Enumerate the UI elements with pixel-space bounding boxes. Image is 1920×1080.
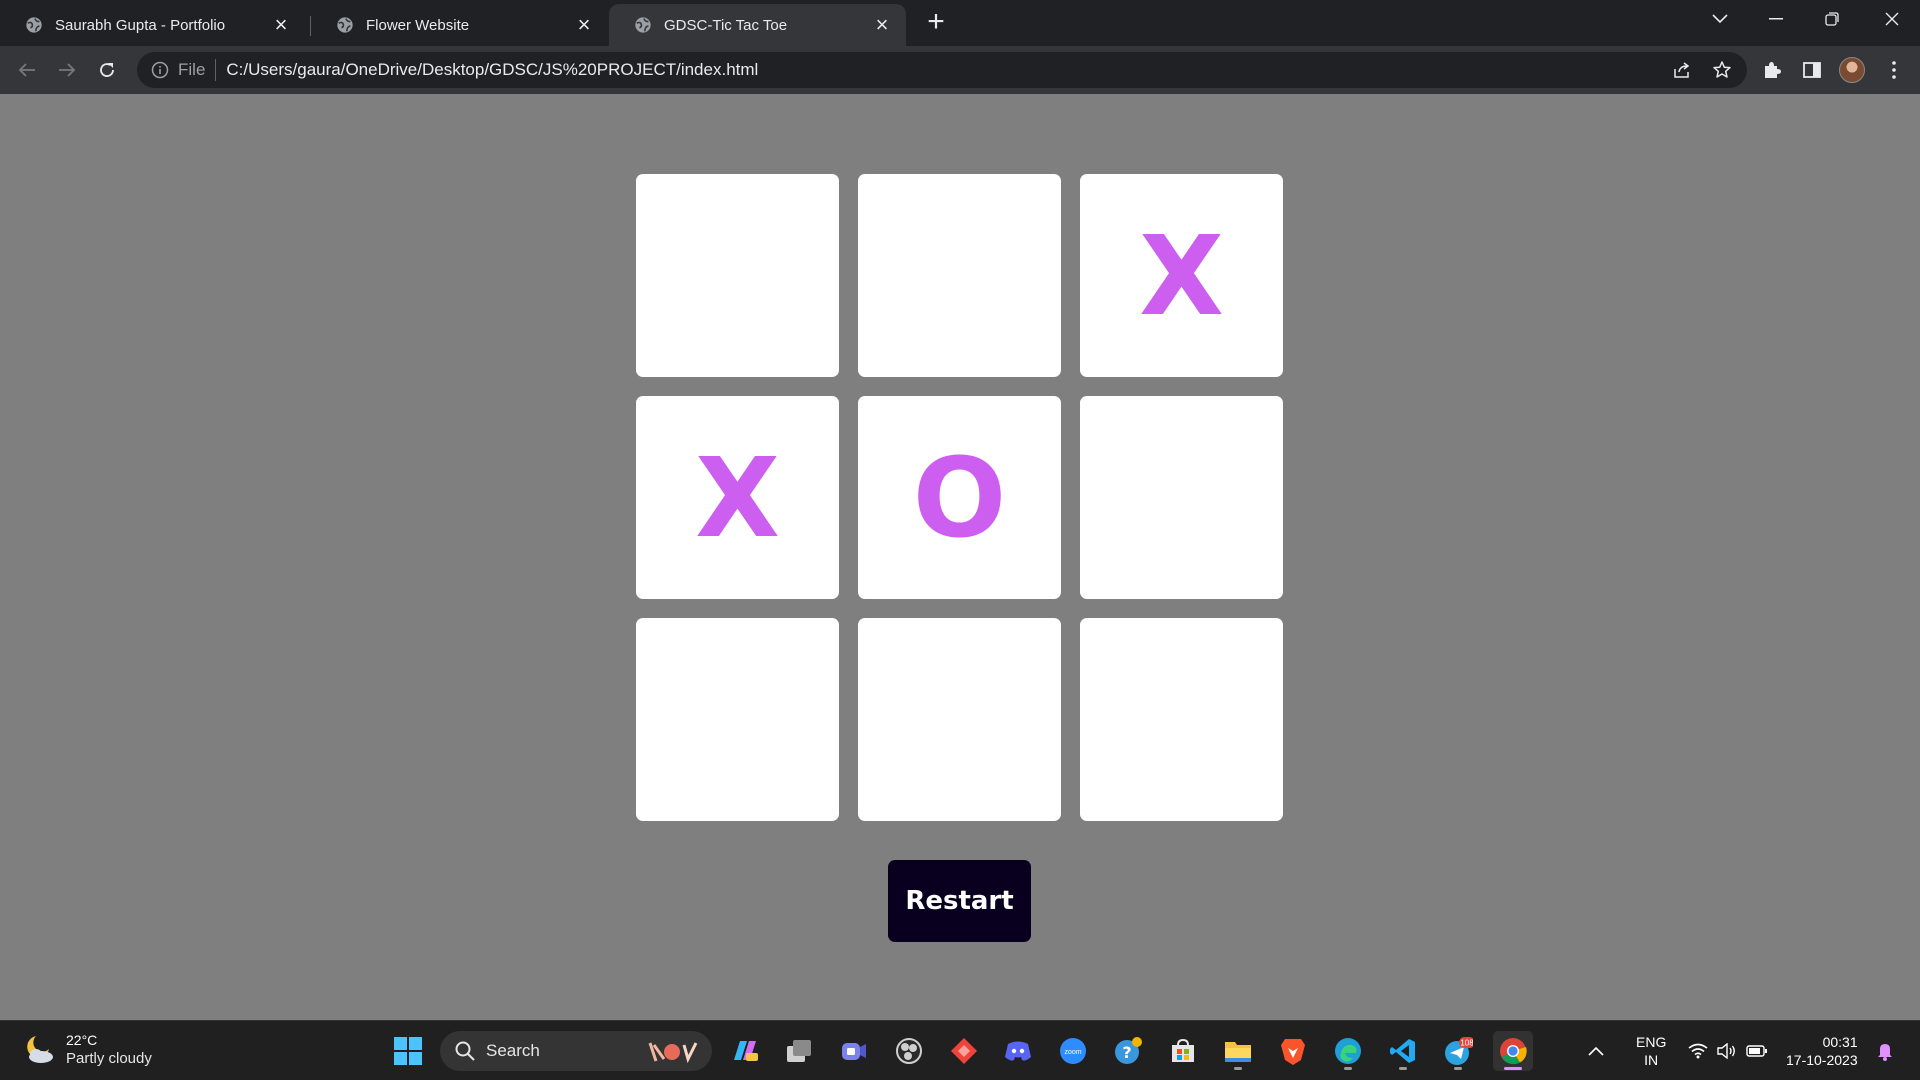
windows-logo-icon	[394, 1037, 422, 1065]
taskbar-zoom[interactable]: zoom	[1053, 1031, 1093, 1071]
taskbar-telegram[interactable]: 108	[1438, 1031, 1478, 1071]
tab-close-icon[interactable]: ×	[271, 14, 291, 36]
profile-avatar[interactable]	[1836, 54, 1868, 86]
language-region: IN	[1644, 1052, 1659, 1068]
taskbar-anydesk[interactable]	[944, 1031, 984, 1071]
board-cell-1[interactable]	[636, 174, 839, 377]
restart-button[interactable]: Restart	[888, 860, 1031, 942]
browser-tab-strip: Saurabh Gupta - Portfolio × Flower Websi…	[0, 0, 1920, 46]
notification-badge: 108	[1460, 1039, 1473, 1048]
running-indicator	[1504, 1067, 1522, 1070]
wifi-icon[interactable]	[1688, 1021, 1708, 1080]
show-hidden-icons-button[interactable]	[1588, 1021, 1604, 1080]
search-icon	[455, 1041, 475, 1061]
forward-button[interactable]	[52, 55, 82, 85]
info-icon[interactable]	[151, 61, 169, 79]
board-cell-5[interactable]: O	[858, 396, 1061, 599]
windows-taskbar: 22°C Partly cloudy Search zoom ? 108 ENG…	[0, 1020, 1920, 1080]
new-tab-button[interactable]: +	[922, 7, 950, 37]
search-placeholder: Search	[486, 1041, 540, 1060]
taskbar-teams[interactable]	[834, 1031, 874, 1071]
svg-text:?: ?	[1122, 1043, 1131, 1062]
board-cell-4[interactable]: X	[636, 396, 839, 599]
search-highlight-icon	[648, 1042, 698, 1064]
taskbar-microsoft-store[interactable]	[1163, 1031, 1203, 1071]
notification-bell-icon[interactable]	[1876, 1021, 1894, 1080]
taskbar-copilot[interactable]	[725, 1031, 765, 1071]
reload-button[interactable]	[92, 55, 122, 85]
taskbar-edge[interactable]	[1328, 1031, 1368, 1071]
tab-search-icon[interactable]	[1692, 0, 1748, 38]
partly-cloudy-moon-icon	[27, 1036, 53, 1063]
tab-close-icon[interactable]: ×	[574, 14, 594, 36]
globe-icon	[635, 17, 651, 33]
tic-tac-toe-board: X X O	[636, 174, 1284, 822]
board-cell-6[interactable]	[1080, 396, 1283, 599]
board-cell-7[interactable]	[636, 618, 839, 821]
running-indicator	[1399, 1067, 1407, 1070]
taskbar-file-explorer[interactable]	[1218, 1031, 1258, 1071]
globe-icon	[337, 17, 353, 33]
board-cell-8[interactable]	[858, 618, 1061, 821]
volume-icon[interactable]	[1717, 1021, 1737, 1080]
omnibox-divider	[215, 59, 217, 81]
system-clock[interactable]: 00:31 17-10-2023	[1786, 1021, 1858, 1080]
clock-date: 17-10-2023	[1786, 1052, 1858, 1068]
board-cell-9[interactable]	[1080, 618, 1283, 821]
share-icon[interactable]	[1666, 54, 1698, 86]
start-button[interactable]	[388, 1031, 428, 1071]
taskbar-search[interactable]: Search	[440, 1031, 712, 1071]
weather-temperature: 22°C	[66, 1032, 98, 1048]
running-indicator	[1234, 1067, 1242, 1070]
extensions-puzzle-icon[interactable]	[1756, 54, 1788, 86]
bookmark-star-icon[interactable]	[1706, 54, 1738, 86]
scheme-label: File	[178, 60, 206, 79]
input-language-indicator[interactable]: ENG IN	[1636, 1021, 1666, 1080]
browser-toolbar: File C:/Users/gaura/OneDrive/Desktop/GDS…	[0, 46, 1920, 94]
taskbar-task-view[interactable]	[779, 1031, 819, 1071]
more-menu-icon[interactable]	[1878, 54, 1910, 86]
weather-widget[interactable]: 22°C Partly cloudy	[22, 1031, 152, 1069]
svg-text:zoom: zoom	[1064, 1049, 1081, 1056]
tab-close-icon[interactable]: ×	[872, 14, 892, 36]
back-button[interactable]	[12, 55, 42, 85]
tab-title: Flower Website	[366, 16, 470, 34]
globe-icon	[26, 17, 42, 33]
taskbar-vscode[interactable]	[1383, 1031, 1423, 1071]
language-code: ENG	[1636, 1034, 1667, 1050]
tab-title: Saurabh Gupta - Portfolio	[55, 16, 226, 34]
running-indicator	[1344, 1067, 1352, 1070]
taskbar-discord[interactable]	[998, 1031, 1038, 1071]
tab-tic-tac-toe[interactable]: GDSC-Tic Tac Toe ×	[609, 4, 906, 46]
clock-time: 00:31	[1822, 1034, 1858, 1050]
url-text[interactable]: C:/Users/gaura/OneDrive/Desktop/GDSC/JS%…	[226, 60, 758, 80]
taskbar-brave[interactable]	[1273, 1031, 1313, 1071]
board-cell-3[interactable]: X	[1080, 174, 1283, 377]
taskbar-obs[interactable]	[889, 1031, 929, 1071]
running-indicator	[1454, 1067, 1462, 1070]
avatar	[1839, 57, 1865, 83]
minimize-button[interactable]	[1748, 0, 1804, 38]
board-cell-2[interactable]	[858, 174, 1061, 377]
side-panel-icon[interactable]	[1796, 54, 1828, 86]
restore-button[interactable]	[1804, 0, 1860, 38]
battery-icon[interactable]	[1746, 1021, 1768, 1080]
weather-condition: Partly cloudy	[66, 1050, 152, 1067]
address-bar[interactable]: File C:/Users/gaura/OneDrive/Desktop/GDS…	[137, 52, 1747, 88]
tab-flower-website[interactable]: Flower Website ×	[311, 4, 608, 46]
taskbar-chrome[interactable]	[1493, 1031, 1533, 1071]
tab-portfolio[interactable]: Saurabh Gupta - Portfolio ×	[0, 4, 305, 46]
taskbar-get-help[interactable]: ?	[1108, 1031, 1148, 1071]
close-window-button[interactable]	[1864, 0, 1920, 38]
tab-title: GDSC-Tic Tac Toe	[664, 16, 788, 34]
